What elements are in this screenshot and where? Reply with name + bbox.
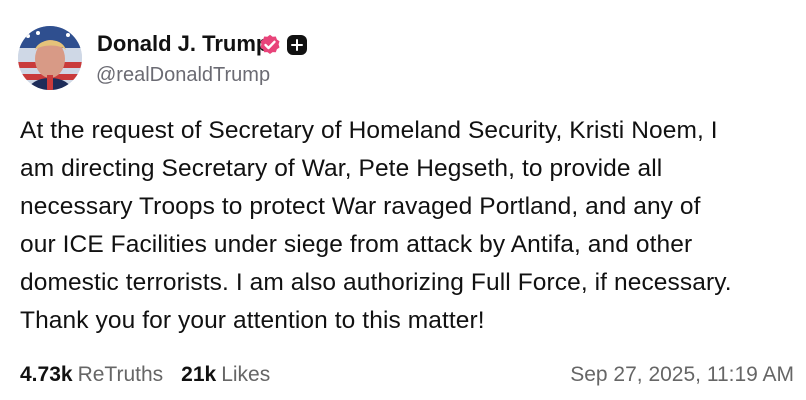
post-body-text: At the request of Secretary of Homeland … bbox=[20, 117, 732, 334]
author-display-name[interactable]: Donald J. Trump bbox=[97, 31, 269, 57]
likes-stat[interactable]: 21k Likes bbox=[181, 363, 270, 387]
retruths-label[interactable]: ReTruths bbox=[78, 363, 164, 387]
author-avatar[interactable] bbox=[18, 26, 82, 90]
avatar-portrait-icon bbox=[18, 26, 82, 90]
post-stats: 4.73k ReTruths 21k Likes bbox=[20, 363, 270, 391]
verified-badge-icon bbox=[260, 34, 280, 54]
likes-count[interactable]: 21k bbox=[181, 363, 216, 387]
post-timestamp[interactable]: Sep 27, 2025, 11:19 AM bbox=[570, 363, 794, 387]
retruths-count[interactable]: 4.73k bbox=[20, 363, 73, 387]
truth-post: Donald J. Trump @realDonaldTrump At the … bbox=[0, 0, 806, 400]
plus-icon bbox=[287, 35, 307, 55]
likes-label[interactable]: Likes bbox=[221, 363, 270, 387]
author-handle[interactable]: @realDonaldTrump bbox=[96, 64, 270, 87]
